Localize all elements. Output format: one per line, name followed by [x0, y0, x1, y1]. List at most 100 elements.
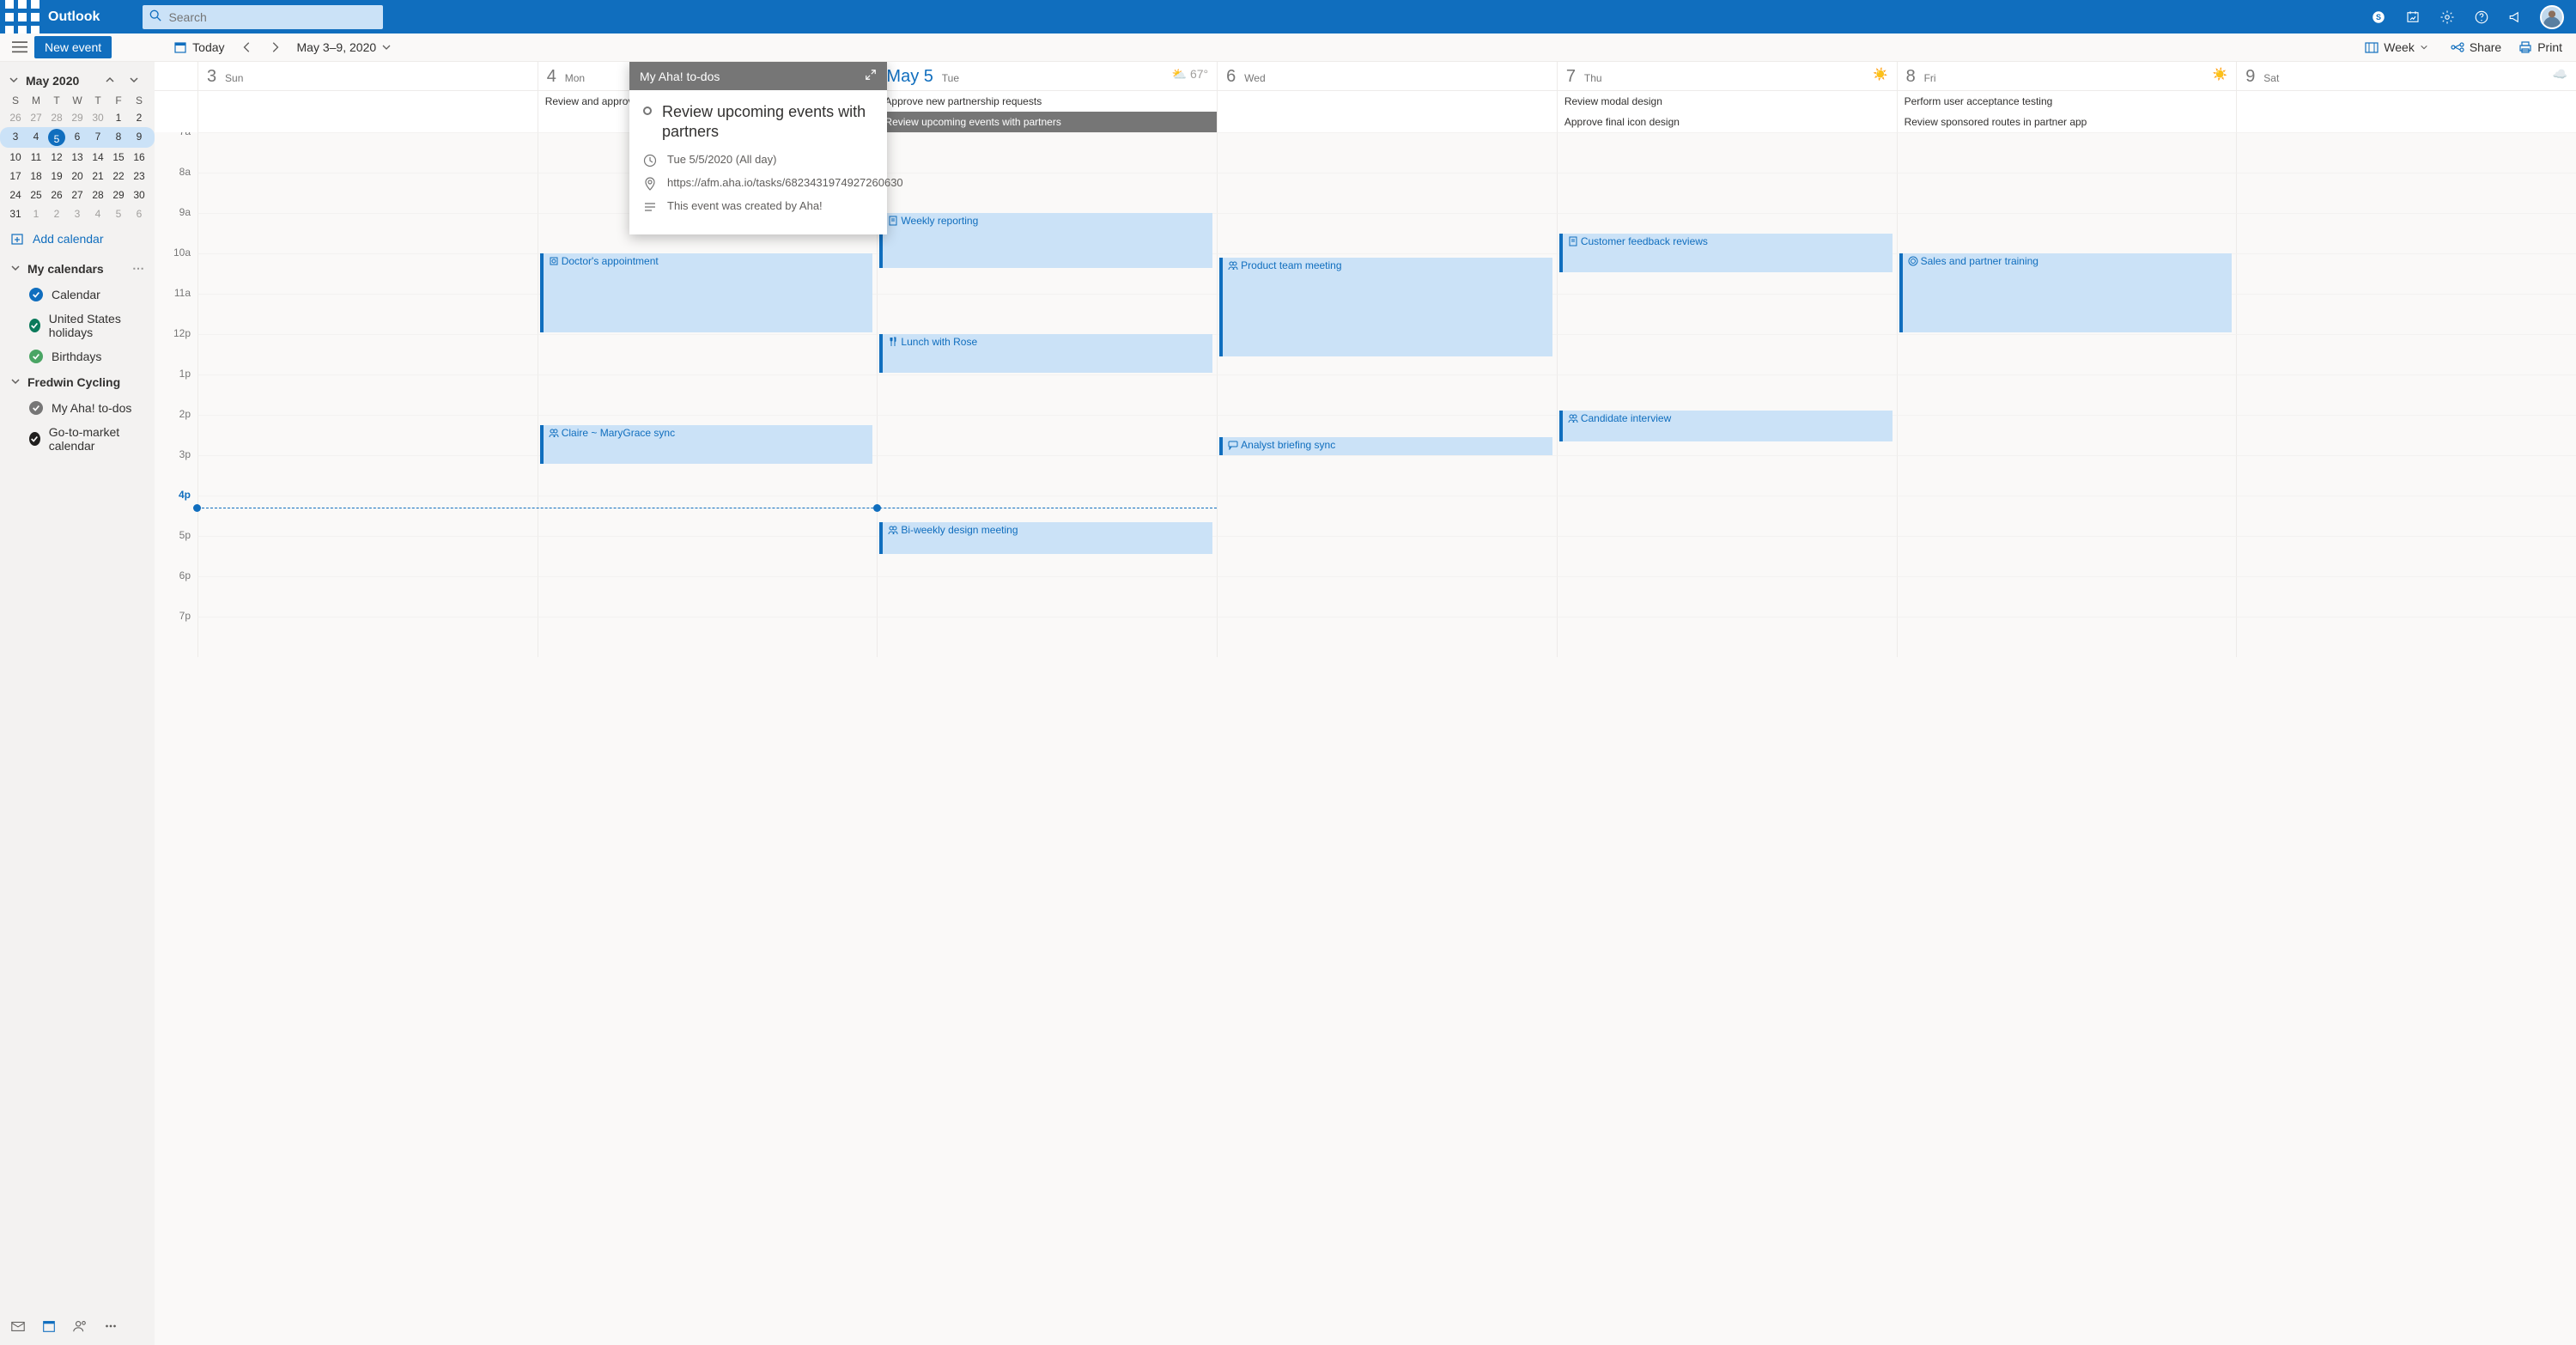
time-slot[interactable] — [1557, 617, 1897, 657]
time-slot[interactable] — [197, 576, 538, 617]
time-slot[interactable] — [1217, 536, 1557, 576]
allday-event[interactable]: Approve final icon design — [1558, 112, 1897, 132]
time-slot[interactable] — [1897, 536, 2237, 576]
time-slot[interactable] — [2236, 496, 2576, 536]
date-cell[interactable]: 19 — [46, 168, 67, 184]
time-slot[interactable] — [1897, 334, 2237, 374]
search-input[interactable] — [168, 10, 376, 24]
time-slot[interactable] — [877, 173, 1217, 213]
date-cell[interactable]: 1 — [108, 110, 129, 125]
people-icon[interactable] — [72, 1318, 88, 1336]
date-cell[interactable]: 27 — [67, 187, 88, 203]
time-slot[interactable] — [197, 455, 538, 496]
time-slot[interactable] — [197, 536, 538, 576]
expand-icon[interactable] — [865, 69, 877, 83]
time-slot[interactable] — [1217, 374, 1557, 415]
calendar-event[interactable]: Sales and partner training — [1899, 253, 2233, 332]
time-slot[interactable] — [1897, 496, 2237, 536]
time-slot[interactable] — [197, 253, 538, 294]
time-slot[interactable] — [877, 415, 1217, 455]
date-cell[interactable]: 4 — [26, 129, 46, 146]
allday-cell[interactable] — [2236, 91, 2576, 132]
date-cell[interactable]: 30 — [129, 187, 149, 203]
date-cell[interactable]: 1 — [26, 206, 46, 222]
outlook-today-icon[interactable] — [2396, 0, 2430, 33]
calendar-group-header[interactable]: My calendars⋯ — [0, 254, 155, 283]
time-slot[interactable] — [1897, 173, 2237, 213]
time-slot[interactable] — [1217, 132, 1557, 173]
print-button[interactable]: Print — [2510, 33, 2571, 62]
calendar-event[interactable]: Claire ~ MaryGrace sync — [540, 425, 873, 464]
date-cell[interactable]: 14 — [88, 149, 108, 165]
date-cell[interactable]: 21 — [88, 168, 108, 184]
date-cell[interactable]: 16 — [129, 149, 149, 165]
date-cell[interactable]: 26 — [5, 110, 26, 125]
date-cell[interactable]: 15 — [108, 149, 129, 165]
time-slot[interactable] — [538, 374, 878, 415]
time-slot[interactable] — [197, 374, 538, 415]
time-slot[interactable] — [2236, 334, 2576, 374]
calendar-item[interactable]: Birthdays — [0, 344, 155, 368]
calendar-item[interactable]: United States holidays — [0, 307, 155, 344]
date-cell[interactable]: 6 — [67, 129, 88, 146]
time-slot[interactable] — [2236, 173, 2576, 213]
allday-event[interactable]: Review modal design — [1558, 91, 1897, 112]
time-slot[interactable] — [197, 173, 538, 213]
allday-event[interactable]: Approve new partnership requests — [878, 91, 1217, 112]
day-header[interactable]: 8 Fri☀️ — [1897, 62, 2237, 90]
allday-event[interactable] — [198, 91, 538, 112]
time-slot[interactable] — [1217, 173, 1557, 213]
time-slot[interactable] — [1217, 576, 1557, 617]
date-cell[interactable]: 10 — [5, 149, 26, 165]
allday-event[interactable] — [1218, 91, 1557, 112]
chevron-down-icon[interactable] — [9, 74, 19, 88]
date-range-picker[interactable]: May 3–9, 2020 — [289, 40, 401, 54]
popover-location[interactable]: https://afm.aha.io/tasks/682343197492726… — [667, 176, 903, 189]
time-slot[interactable] — [1557, 294, 1897, 334]
time-slot[interactable] — [1557, 536, 1897, 576]
date-cell[interactable]: 2 — [46, 206, 67, 222]
day-header[interactable]: 6 Wed — [1217, 62, 1557, 90]
time-slot[interactable] — [1557, 496, 1897, 536]
calendar-event[interactable]: Weekly reporting — [879, 213, 1212, 268]
user-avatar[interactable] — [2540, 5, 2564, 29]
time-slot[interactable] — [538, 334, 878, 374]
calendar-event[interactable]: Bi-weekly design meeting — [879, 522, 1212, 555]
time-slot[interactable] — [1557, 455, 1897, 496]
date-cell[interactable]: 28 — [46, 110, 67, 125]
date-cell[interactable]: 31 — [5, 206, 26, 222]
allday-cell[interactable]: Perform user acceptance testingReview sp… — [1897, 91, 2237, 132]
time-slot[interactable] — [1217, 213, 1557, 253]
app-launcher-icon[interactable] — [5, 0, 39, 33]
add-calendar-button[interactable]: Add calendar — [0, 223, 155, 254]
time-slot[interactable] — [1897, 617, 2237, 657]
mail-icon[interactable] — [10, 1318, 26, 1336]
day-header[interactable]: 7 Thu☀️ — [1557, 62, 1897, 90]
time-slot[interactable] — [197, 334, 538, 374]
time-slot[interactable] — [1557, 374, 1897, 415]
time-slot[interactable] — [2236, 253, 2576, 294]
date-cell[interactable]: 24 — [5, 187, 26, 203]
time-slot[interactable] — [197, 496, 538, 536]
time-slot[interactable] — [2236, 132, 2576, 173]
calendar-icon[interactable] — [41, 1318, 57, 1336]
time-slot[interactable] — [538, 576, 878, 617]
time-slot[interactable] — [2236, 415, 2576, 455]
date-cell[interactable]: 28 — [88, 187, 108, 203]
day-header[interactable]: 9 Sat☁️ — [2236, 62, 2576, 90]
calendar-event[interactable]: Analyst briefing sync — [1219, 437, 1552, 456]
today-button[interactable]: Today — [165, 33, 233, 62]
allday-cell[interactable]: Approve new partnership requestsReview u… — [877, 91, 1217, 132]
time-slot[interactable] — [2236, 374, 2576, 415]
date-cell[interactable]: 5 — [108, 206, 129, 222]
date-cell[interactable]: 17 — [5, 168, 26, 184]
date-cell[interactable]: 6 — [129, 206, 149, 222]
view-week-button[interactable]: Week — [2356, 33, 2442, 62]
date-cell[interactable]: 29 — [108, 187, 129, 203]
date-cell[interactable]: 29 — [67, 110, 88, 125]
date-cell[interactable]: 3 — [67, 206, 88, 222]
next-week-button[interactable] — [261, 33, 289, 62]
time-slot[interactable] — [1897, 213, 2237, 253]
time-slot[interactable] — [877, 374, 1217, 415]
day-header[interactable]: 3 Sun — [197, 62, 538, 90]
